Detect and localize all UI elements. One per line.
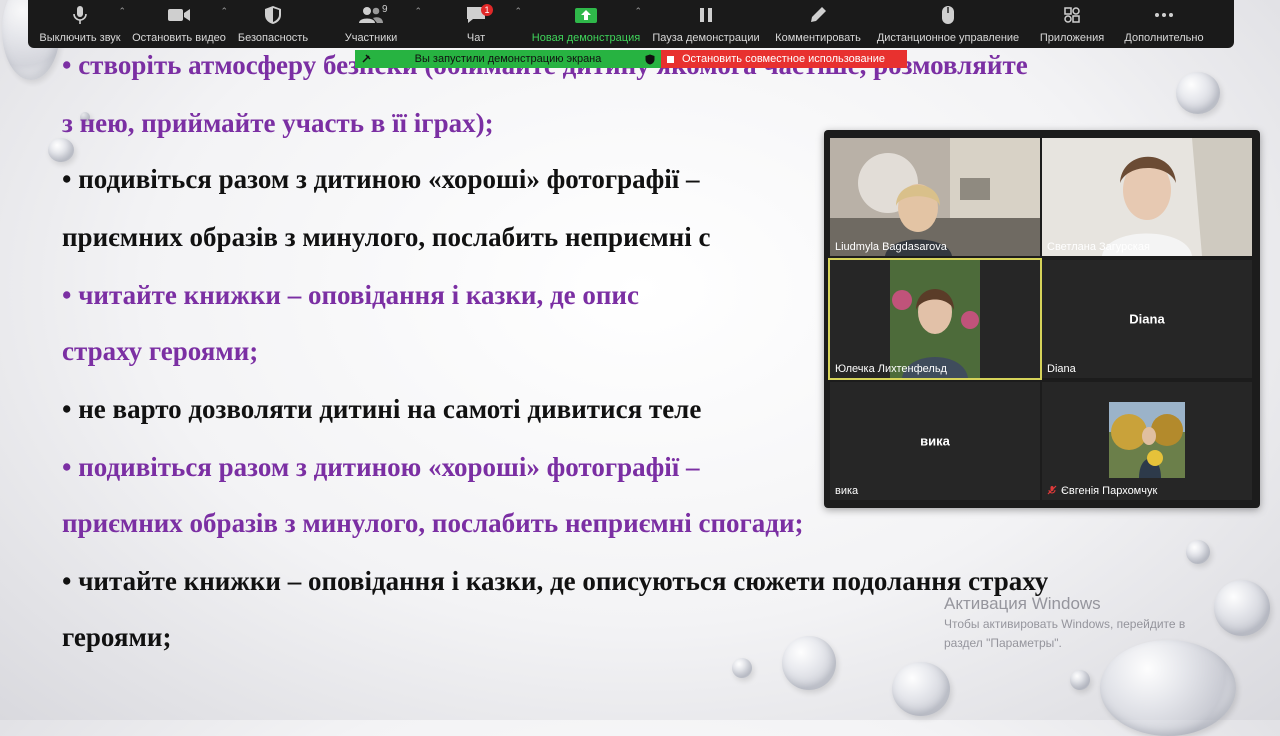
sharing-status-text: Вы запустили демонстрацию экрана — [414, 53, 602, 65]
participant-tile[interactable]: Diana Diana — [1042, 260, 1252, 378]
pencil-icon — [811, 7, 826, 22]
microphone-icon — [73, 6, 87, 24]
sharing-banner: Вы запустили демонстрацию экрана Останов… — [355, 50, 907, 68]
participants-label: Участники — [344, 32, 398, 44]
pause-share-button[interactable]: Пауза демонстрации — [646, 0, 766, 48]
annotate-button[interactable]: Комментировать — [766, 0, 870, 48]
apps-label: Приложения — [1039, 32, 1105, 44]
participant-video — [1109, 402, 1185, 478]
shield-icon — [265, 6, 281, 24]
stop-share-label: Остановить совместное использование — [682, 53, 885, 65]
participants-icon — [359, 7, 383, 23]
slide-line: • подивіться разом з дитиною «хороші» фо… — [62, 452, 700, 482]
participant-tile[interactable]: Євгенія Пархомчук — [1042, 382, 1252, 500]
participants-gallery: Liudmyla Bagdasarova Светлана Загурская … — [824, 130, 1260, 508]
slide-line: приємних образів з минулого, послабить н… — [62, 508, 804, 538]
chat-button[interactable]: 1 ⌃ Чат — [426, 0, 526, 48]
security-label: Безопасность — [237, 32, 309, 44]
stop-square-icon — [667, 55, 674, 63]
pause-icon — [700, 8, 712, 22]
more-label: Дополнительно — [1124, 32, 1204, 44]
windows-activation-title: Активация Windows — [944, 594, 1101, 613]
slide-line: • читайте книжки – оповідання і казки, д… — [62, 566, 1049, 596]
slide-line: • читайте книжки – оповідання і казки, д… — [62, 280, 639, 310]
new-share-label: Новая демонстрация — [531, 32, 641, 44]
chevron-down-icon[interactable]: ⌃ — [220, 6, 228, 17]
slide-line: з нею, приймайте участь в її іграх); — [62, 108, 494, 138]
participant-placeholder-name: Diana — [1129, 311, 1165, 327]
sharing-status[interactable]: Вы запустили демонстрацию экрана — [355, 50, 661, 68]
video-camera-icon — [168, 9, 190, 21]
participant-name: Євгенія Пархомчук — [1047, 485, 1157, 497]
slide-line: страху героями; — [62, 336, 259, 366]
participant-tile[interactable]: Светлана Загурская — [1042, 138, 1252, 256]
mute-button[interactable]: ⌃ Выключить звук — [32, 0, 128, 48]
participant-placeholder-name: вика — [920, 433, 950, 449]
security-button[interactable]: Безопасность — [230, 0, 316, 48]
chevron-down-icon[interactable]: ⌃ — [514, 6, 522, 17]
windows-activation-text: Чтобы активировать Windows, перейдите в — [944, 617, 1186, 631]
stop-share-button[interactable]: Остановить совместное использование — [661, 50, 907, 68]
share-screen-icon — [575, 7, 597, 23]
participant-name-text: Євгенія Пархомчук — [1061, 485, 1158, 497]
participant-name: Diana — [1047, 363, 1076, 375]
participants-button[interactable]: 9 ⌃ Участники — [316, 0, 426, 48]
participant-tile[interactable]: Юлечка Лихтенфельд — [828, 258, 1042, 380]
remote-control-label: Дистанционное управление — [876, 32, 1020, 44]
apps-button[interactable]: Приложения — [1026, 0, 1118, 48]
participant-name: Юлечка Лихтенфельд — [835, 363, 947, 375]
participant-name: Liudmyla Bagdasarova — [835, 241, 947, 253]
meeting-toolbar: ⌃ Выключить звук ⌃ Остановить видео Безо… — [28, 0, 1234, 48]
chat-label: Чат — [466, 32, 486, 44]
participant-name: вика — [835, 485, 859, 497]
slide-line: приємних образів з минулого, послабить н… — [62, 222, 711, 252]
participant-name: Светлана Загурская — [1047, 241, 1150, 253]
remote-control-button[interactable]: Дистанционное управление — [870, 0, 1026, 48]
mouse-icon — [942, 6, 954, 24]
annotate-label: Комментировать — [775, 32, 861, 44]
stop-video-label: Остановить видео — [132, 32, 226, 44]
stop-video-button[interactable]: ⌃ Остановить видео — [128, 0, 230, 48]
chevron-down-icon[interactable]: ⌃ — [118, 6, 126, 17]
more-icon — [1155, 13, 1173, 17]
chat-unread-badge: 1 — [481, 4, 493, 16]
shield-icon — [645, 54, 655, 64]
participant-video — [1042, 138, 1252, 256]
muted-mic-icon — [1047, 485, 1057, 495]
participants-count: 9 — [382, 4, 388, 15]
pin-icon — [362, 54, 371, 63]
participant-video — [830, 260, 1040, 378]
pause-share-label: Пауза демонстрации — [652, 32, 760, 44]
slide-line: героями; — [62, 622, 172, 652]
windows-activation-text: раздел "Параметры". — [944, 636, 1062, 650]
chevron-down-icon[interactable]: ⌃ — [634, 6, 642, 17]
slide-line: • подивіться разом з дитиною «хороші» фо… — [62, 164, 700, 194]
new-share-button[interactable]: ⌃ Новая демонстрация — [526, 0, 646, 48]
chevron-down-icon[interactable]: ⌃ — [414, 6, 422, 17]
slide-line: • не варто дозволяти дитині на самоті ди… — [62, 394, 702, 424]
participant-tile[interactable]: Liudmyla Bagdasarova — [830, 138, 1040, 256]
apps-icon — [1064, 7, 1080, 23]
mute-label: Выключить звук — [39, 32, 121, 44]
participant-video — [830, 138, 1040, 256]
more-button[interactable]: Дополнительно — [1118, 0, 1210, 48]
participant-tile[interactable]: вика вика — [830, 382, 1040, 500]
